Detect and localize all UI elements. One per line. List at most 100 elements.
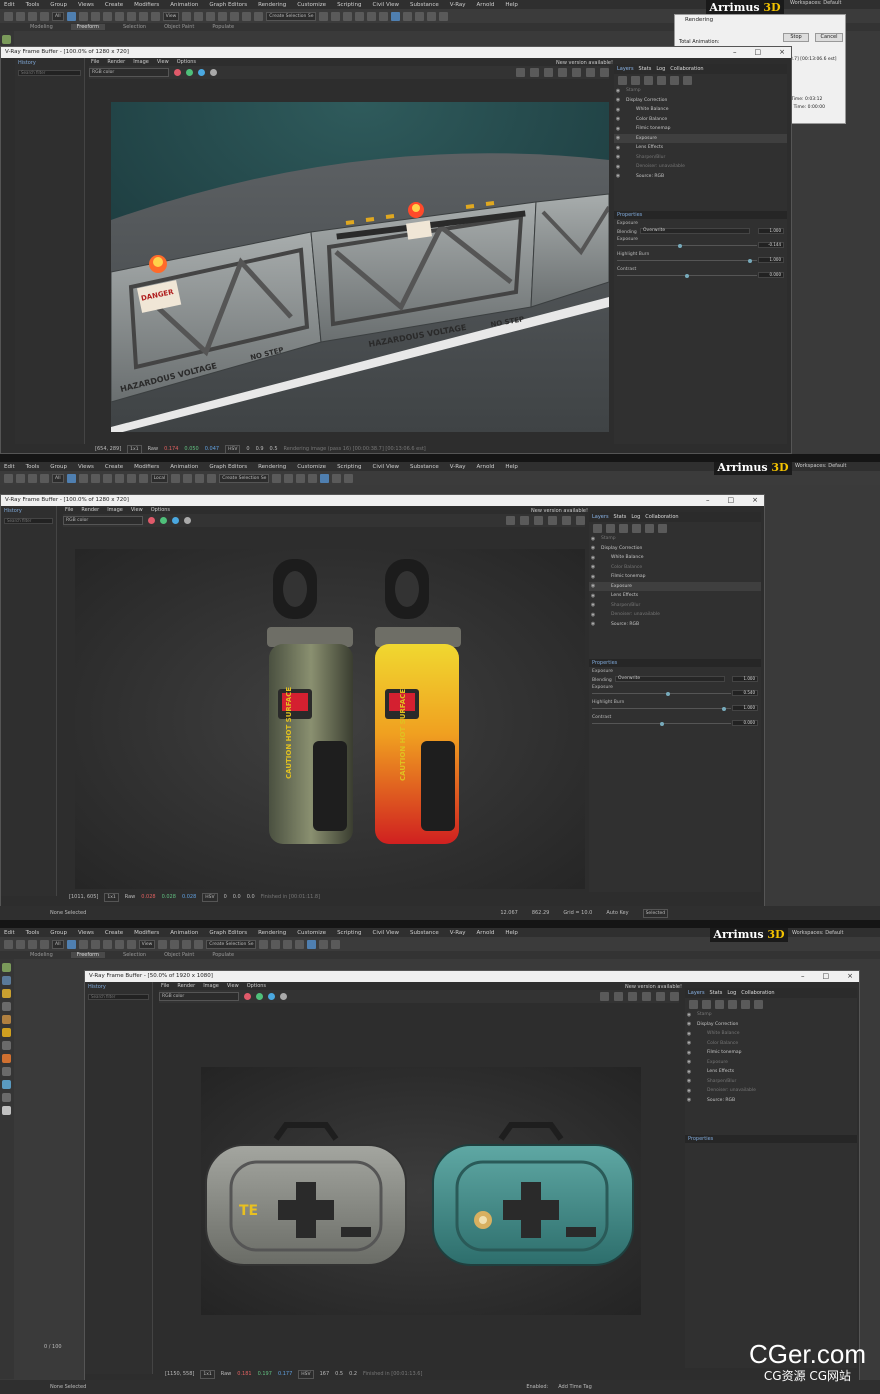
undo-layer-icon[interactable] <box>670 75 679 85</box>
menu-item-edit[interactable]: Edit <box>4 2 15 8</box>
scale-icon[interactable] <box>138 11 148 21</box>
layer-explorer-icon[interactable] <box>296 473 306 483</box>
eye-icon[interactable]: ◉ <box>685 1059 693 1065</box>
pivot-icon[interactable] <box>158 939 168 949</box>
material-editor-icon[interactable] <box>320 473 330 483</box>
move-icon[interactable] <box>102 939 112 949</box>
undo-icon[interactable] <box>4 473 13 483</box>
cancel-button[interactable]: Cancel <box>815 33 843 42</box>
blending-dropdown[interactable]: Overwrite <box>640 228 750 234</box>
curve-editor-icon[interactable] <box>367 11 377 21</box>
vfb-menu-view[interactable]: View <box>227 983 239 989</box>
link-icon[interactable] <box>28 939 37 949</box>
layer-row[interactable]: ◉ Source: RGB <box>614 172 787 182</box>
eye-icon[interactable]: ◉ <box>614 154 622 160</box>
tab-stats[interactable]: Stats <box>639 66 652 72</box>
render-image[interactable]: DANGER HAZARDOUS VOLTAGE NO STEP HAZARDO… <box>111 102 609 453</box>
x-coordinate[interactable]: 12.067 <box>500 910 518 916</box>
contrast-field[interactable]: 0.000 <box>732 720 758 726</box>
channel-dropdown[interactable]: RGB color <box>63 516 143 525</box>
list-layers-icon[interactable] <box>632 523 641 533</box>
tab-collaboration[interactable]: Collaboration <box>645 514 678 520</box>
reference-coord-dropdown[interactable]: View <box>162 11 180 21</box>
reference-coord-dropdown[interactable]: View <box>138 939 156 949</box>
eye-icon[interactable]: ◉ <box>614 107 622 113</box>
layer-row[interactable]: ◉ Source: RGB <box>589 620 761 630</box>
blue-channel-icon[interactable] <box>198 69 205 76</box>
red-channel-icon[interactable] <box>244 993 251 1000</box>
channel-dropdown[interactable]: RGB color <box>89 68 169 77</box>
layer-row[interactable]: ◉ Denoiser: unavailable <box>589 610 761 620</box>
menu-item-substance[interactable]: Substance <box>410 2 439 8</box>
eye-icon[interactable]: ◉ <box>614 126 622 132</box>
paint-tool-icon[interactable] <box>2 989 11 998</box>
menu-item-tools[interactable]: Tools <box>26 930 40 936</box>
layer-row[interactable]: ◉ Color Balance <box>614 115 787 125</box>
rect-selection-icon[interactable] <box>90 939 100 949</box>
menu-item-group[interactable]: Group <box>50 2 67 8</box>
tab-layers[interactable]: Layers <box>617 66 634 72</box>
eye-icon[interactable]: ◉ <box>614 135 622 141</box>
menu-item-scripting[interactable]: Scripting <box>337 464 361 470</box>
angle-snap-icon[interactable] <box>182 939 192 949</box>
save-layers-icon[interactable] <box>631 75 640 85</box>
clear-image-icon[interactable] <box>520 516 529 525</box>
slider-knob[interactable] <box>722 706 727 711</box>
select-object-icon[interactable] <box>66 11 76 21</box>
eye-icon[interactable]: ◉ <box>589 612 597 618</box>
menu-item-vray[interactable]: V-Ray <box>450 464 466 470</box>
layer-row-selected[interactable]: ◉ Exposure <box>589 581 761 591</box>
layer-row[interactable]: ◉ Stamp <box>685 1010 857 1020</box>
window-crossing-icon[interactable] <box>102 11 112 21</box>
percent-snap-icon[interactable] <box>207 473 217 483</box>
menu-item-customize[interactable]: Customize <box>297 2 326 8</box>
color-mode-dropdown[interactable]: HSV <box>202 892 218 902</box>
menu-item-graph-editors[interactable]: Graph Editors <box>209 2 247 8</box>
angle-snap-icon[interactable] <box>218 11 228 21</box>
save-image-icon[interactable] <box>600 992 609 1001</box>
load-layers-icon[interactable] <box>644 75 653 85</box>
layer-row[interactable]: ◉ Sharpen/Blur <box>685 1077 857 1087</box>
ribbon-tab-selection[interactable]: Selection <box>123 952 146 958</box>
rect-selection-icon[interactable] <box>90 473 100 483</box>
render-setup-icon[interactable] <box>319 939 329 949</box>
menu-item-edit[interactable]: Edit <box>4 930 15 936</box>
load-layers-icon[interactable] <box>715 999 724 1009</box>
object-paint-icon[interactable] <box>2 1080 11 1089</box>
eye-icon[interactable]: ◉ <box>685 1050 693 1056</box>
menu-item-substance[interactable]: Substance <box>410 464 439 470</box>
menu-item-vray[interactable]: V-Ray <box>450 2 466 8</box>
raw-toggle[interactable]: Raw <box>125 894 136 900</box>
selection-filter-dropdown[interactable]: All <box>52 939 64 949</box>
placement-icon[interactable] <box>150 11 160 21</box>
eye-icon[interactable]: ◉ <box>614 88 622 94</box>
tab-log[interactable]: Log <box>631 514 640 520</box>
polygon-tool-icon[interactable] <box>2 35 11 44</box>
layer-row[interactable]: ◉ Color Balance <box>685 1039 857 1049</box>
slider-knob[interactable] <box>685 273 689 278</box>
minimize-icon[interactable]: – <box>733 47 737 58</box>
tab-layers[interactable]: Layers <box>688 990 705 996</box>
layer-row[interactable]: ◉ Denoiser: unavailable <box>685 1086 857 1096</box>
green-channel-icon[interactable] <box>256 993 263 1000</box>
tab-collaboration[interactable]: Collaboration <box>670 66 703 72</box>
red-channel-icon[interactable] <box>148 517 155 524</box>
menu-item-group[interactable]: Group <box>50 464 67 470</box>
redo-icon[interactable] <box>16 939 25 949</box>
schematic-view-icon[interactable] <box>379 11 389 21</box>
eye-icon[interactable]: ◉ <box>589 583 597 589</box>
menu-item-edit[interactable]: Edit <box>4 464 15 470</box>
select-by-name-icon[interactable] <box>78 939 88 949</box>
ribbon-tab-modeling[interactable]: Modeling <box>30 24 53 30</box>
color-mode-dropdown[interactable]: HSV <box>225 444 241 453</box>
snap-3d-icon[interactable] <box>206 11 216 21</box>
region-render-icon[interactable] <box>534 516 543 525</box>
alpha-channel-icon[interactable] <box>210 69 217 76</box>
add-layer-icon[interactable] <box>618 75 627 85</box>
scale-icon[interactable] <box>126 939 136 949</box>
eye-icon[interactable]: ◉ <box>589 621 597 627</box>
eye-icon[interactable]: ◉ <box>685 1088 693 1094</box>
selection-filter-dropdown[interactable]: All <box>52 11 64 21</box>
eye-icon[interactable]: ◉ <box>589 602 597 608</box>
select-by-name-icon[interactable] <box>78 473 88 483</box>
